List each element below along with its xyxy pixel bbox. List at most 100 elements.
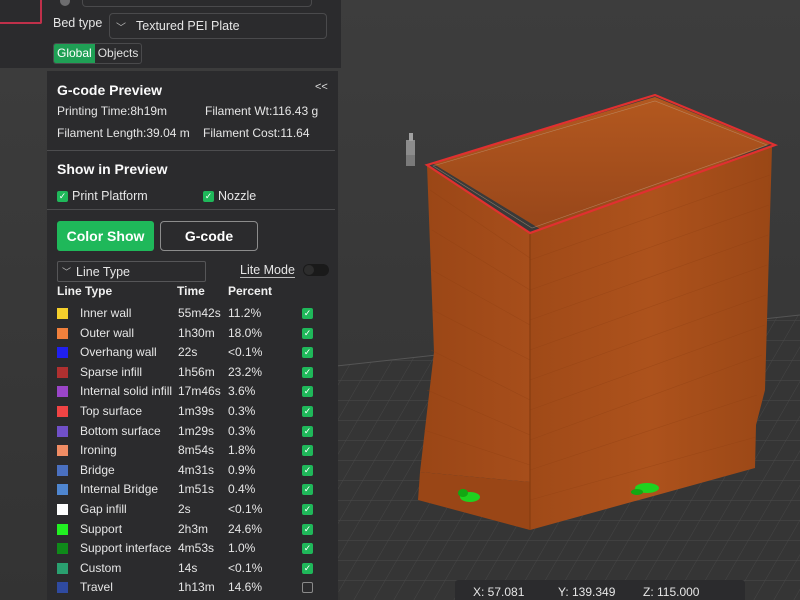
chevron-down-icon: ﹀ [116,22,126,34]
table-row[interactable]: Sparse infill 1h56m 23.2% ✓ [47,363,338,383]
print-platform-toggle[interactable]: ✓ Print Platform [57,189,148,203]
line-type-percent: <0.1% [228,560,263,575]
line-type-time: 1m51s [178,482,215,497]
color-swatch[interactable] [57,484,68,496]
color-swatch[interactable] [57,347,68,359]
table-row[interactable]: Bridge 4m31s 0.9% ✓ [47,461,338,481]
view-type-select[interactable]: ﹀ Line Type [57,261,206,282]
checkbox-unchecked-icon[interactable] [302,582,313,594]
table-row[interactable]: Custom 14s <0.1% ✓ [47,559,338,579]
lite-mode-label: Lite Mode [240,263,295,278]
gcode-button[interactable]: G-code [160,221,258,251]
line-type-name: Outer wall [80,325,135,340]
table-row[interactable]: Internal solid infill 17m46s 3.6% ✓ [47,382,338,402]
color-swatch[interactable] [57,543,68,555]
table-row[interactable]: Ironing 8m54s 1.8% ✓ [47,441,338,461]
coord-y: Y: 139.349 [558,585,616,599]
checkbox-checked-icon[interactable]: ✓ [302,386,313,398]
printed-model [418,93,779,530]
table-row[interactable]: Support interface 4m53s 1.0% ✓ [47,539,338,559]
nozzle-toggle[interactable]: ✓ Nozzle [203,189,256,203]
show-in-preview-title: Show in Preview [57,161,168,177]
checkbox-checked-icon[interactable]: ✓ [302,445,313,457]
color-swatch[interactable] [57,327,68,339]
table-row[interactable]: Support 2h3m 24.6% ✓ [47,520,338,540]
checkbox-checked-icon[interactable]: ✓ [57,190,68,202]
line-type-percent: 0.4% [228,482,256,497]
lite-mode-toggle[interactable] [303,264,329,276]
checkbox-checked-icon[interactable]: ✓ [302,327,313,339]
checkbox-checked-icon[interactable]: ✓ [302,366,313,378]
table-row[interactable]: Gap infill 2s <0.1% ✓ [47,500,338,520]
coord-x: X: 57.081 [473,585,525,599]
table-row[interactable]: Overhang wall 22s <0.1% ✓ [47,343,338,363]
color-swatch[interactable] [57,308,68,319]
line-type-name: Bridge [80,462,115,477]
line-type-percent: <0.1% [228,501,263,516]
collapse-panel-button[interactable]: << [315,81,328,93]
table-row[interactable]: Travel 1h13m 14.6% [47,578,338,598]
tab-objects[interactable]: Objects [95,44,142,63]
checkbox-checked-icon[interactable]: ✓ [302,347,313,359]
table-row[interactable]: Top surface 1m39s 0.3% ✓ [47,402,338,422]
color-swatch[interactable] [57,445,68,457]
coord-z: Z: 115.000 [643,585,700,599]
color-show-button[interactable]: Color Show [57,221,154,251]
line-type-time: 22s [178,345,198,360]
line-type-name: Sparse infill [80,364,143,379]
color-swatch[interactable] [57,582,68,594]
checkbox-checked-icon[interactable]: ✓ [302,523,313,535]
checkbox-checked-icon[interactable]: ✓ [302,405,313,417]
color-swatch[interactable] [57,503,68,515]
line-type-percent: 0.9% [228,462,256,477]
checkbox-checked-icon[interactable]: ✓ [302,308,313,319]
line-type-time: 1m29s [178,423,215,438]
color-swatch[interactable] [57,523,68,535]
checkbox-checked-icon[interactable]: ✓ [302,425,313,437]
print-platform-label: Print Platform [72,189,148,203]
line-type-name: Overhang wall [80,345,157,360]
bed-type-select[interactable]: ﹀ Textured PEI Plate [109,13,327,39]
line-type-time: 2s [178,501,191,516]
color-swatch[interactable] [57,405,68,417]
table-row[interactable]: Inner wall 55m42s 11.2% ✓ [47,304,338,324]
bed-type-value: Textured PEI Plate [136,19,240,33]
checkbox-checked-icon[interactable]: ✓ [302,543,313,555]
line-type-time: 14s [178,560,198,575]
table-row[interactable]: Internal Bridge 1m51s 0.4% ✓ [47,480,338,500]
printer-select-edge[interactable] [82,0,312,7]
line-type-time: 1h13m [178,580,215,595]
checkbox-checked-icon[interactable]: ✓ [302,484,313,496]
view-type-value: Line Type [76,264,130,279]
line-type-name: Top surface [80,403,143,418]
line-type-percent: 1.0% [228,541,256,556]
line-type-name: Gap infill [80,501,127,516]
gcode-preview-panel: G-code Preview << Printing Time:8h19m Fi… [47,71,338,600]
line-type-percent: 18.0% [228,325,263,340]
color-swatch[interactable] [57,562,68,574]
tab-global[interactable]: Global [54,44,95,63]
color-swatch[interactable] [57,386,68,398]
line-type-name: Support [80,521,123,536]
line-type-percent: 11.2% [228,306,262,320]
checkbox-checked-icon[interactable]: ✓ [302,503,313,515]
coordinates-bar: X: 57.081 Y: 139.349 Z: 115.000 [455,580,745,600]
line-type-percent: 0.3% [228,403,256,418]
col-header-time: Time [177,284,205,298]
line-type-percent: 24.6% [228,521,263,536]
checkbox-checked-icon[interactable]: ✓ [203,190,214,202]
table-row[interactable]: Bottom surface 1m29s 0.3% ✓ [47,422,338,442]
table-row[interactable]: Outer wall 1h30m 18.0% ✓ [47,324,338,344]
plate-status-icon [60,0,70,6]
color-swatch[interactable] [57,425,68,437]
checkbox-checked-icon[interactable]: ✓ [302,464,313,476]
plate-thumbnail-frame[interactable] [0,0,42,24]
line-type-time: 4m53s [178,541,215,556]
line-type-time: 1m39s [178,403,215,418]
checkbox-checked-icon[interactable]: ✓ [302,562,313,574]
line-type-time: 17m46s [178,384,221,399]
color-swatch[interactable] [57,366,68,378]
line-type-time: 1h56m [178,364,215,379]
color-swatch[interactable] [57,464,68,476]
filament-weight: Filament Wt:116.43 g [205,104,319,118]
